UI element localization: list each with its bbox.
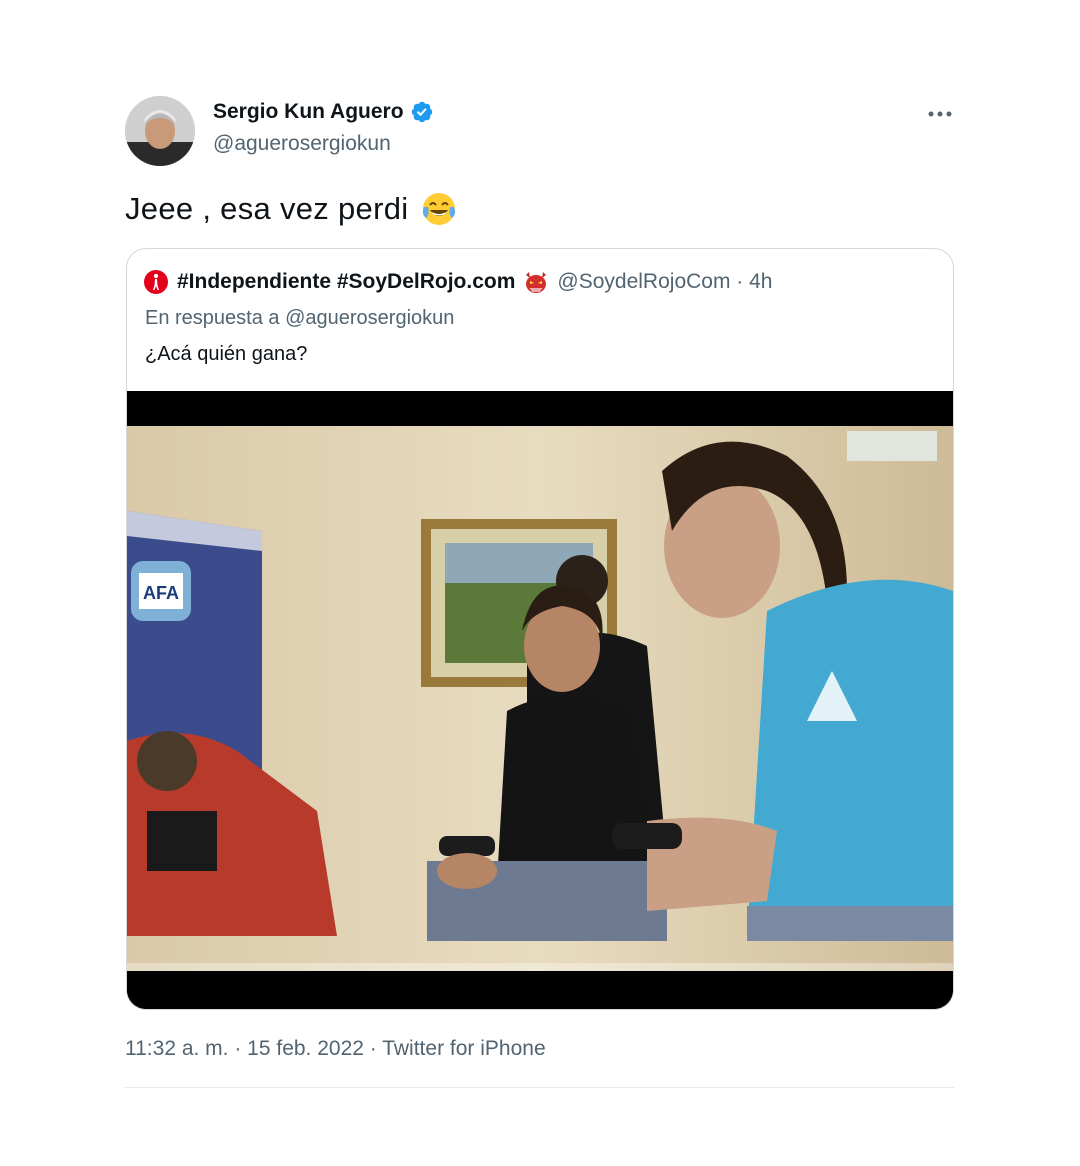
tweet-text: Jeee , esa vez perdi: [125, 190, 458, 228]
quoted-tweet-header[interactable]: #Independiente #SoyDelRojo.com @SoydelRo…: [143, 269, 772, 295]
tweet-text-content: Jeee , esa vez perdi: [125, 191, 409, 226]
quoted-author-handle-time[interactable]: @SoydelRojoCom · 4h: [557, 270, 772, 294]
profile-photo: [125, 96, 195, 166]
quoted-tweet[interactable]: #Independiente #SoyDelRojo.com @SoydelRo…: [126, 248, 954, 1010]
quoted-tweet-photo[interactable]: AFA: [127, 391, 953, 1009]
photo-two-men-playing-videogame: AFA: [127, 391, 953, 1009]
divider: [125, 1087, 954, 1088]
more-options-icon[interactable]: [924, 100, 956, 128]
tweet-timestamp-source[interactable]: 11:32 a. m. · 15 feb. 2022 · Twitter for…: [125, 1037, 546, 1061]
independiente-club-logo: [144, 270, 168, 294]
verified-badge-icon: [411, 101, 432, 123]
author-name[interactable]: Sergio Kun Aguero: [213, 100, 404, 124]
quoted-tweet-text: ¿Acá quién gana?: [145, 343, 308, 365]
author-avatar[interactable]: [125, 96, 195, 166]
author-handle[interactable]: @aguerosergiokun: [213, 132, 391, 156]
face-with-tears-of-joy-emoji: [423, 193, 456, 225]
quoted-reply-context[interactable]: En respuesta a @aguerosergiokun: [145, 307, 454, 330]
red-devil-mask-emoji: [526, 272, 547, 293]
quoted-author-name[interactable]: #Independiente #SoyDelRojo.com: [177, 270, 515, 294]
author-name-row[interactable]: Sergio Kun Aguero: [213, 100, 434, 124]
svg-text:AFA: AFA: [143, 583, 179, 603]
